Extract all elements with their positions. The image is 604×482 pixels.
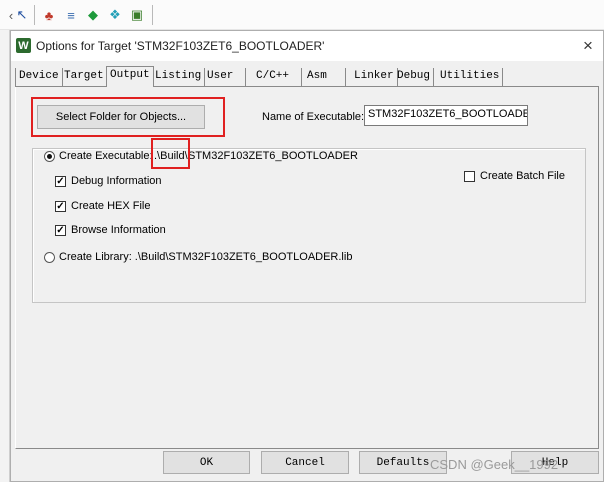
- create-batch-file-checkbox[interactable]: [464, 171, 475, 182]
- toolbar-separator: [152, 5, 153, 25]
- create-library-label: Create Library: .\Build\STM32F103ZET6_BO…: [59, 251, 353, 263]
- tab-user[interactable]: User: [204, 68, 247, 86]
- tab-debug[interactable]: Debug: [394, 68, 435, 86]
- radio-selected-dot: [47, 154, 52, 159]
- select-folder-button[interactable]: Select Folder for Objects...: [37, 105, 205, 129]
- toolbar-separator: [34, 5, 35, 25]
- name-of-executable-label: Name of Executable:: [262, 111, 365, 123]
- create-executable-radio[interactable]: [44, 151, 55, 162]
- create-hex-checkbox[interactable]: ✓: [55, 201, 66, 212]
- debug-information-checkbox[interactable]: ✓: [55, 176, 66, 187]
- cancel-button[interactable]: Cancel: [261, 451, 349, 474]
- chip-icon[interactable]: ▣: [128, 6, 146, 24]
- app-icon: W: [16, 38, 31, 53]
- csdn-watermark: CSDN @Geek__1992: [430, 457, 559, 472]
- ok-button[interactable]: OK: [163, 451, 250, 474]
- browse-information-label: Browse Information: [71, 224, 166, 236]
- name-of-executable-input[interactable]: STM32F103ZET6_BOOTLOADER: [364, 105, 528, 126]
- create-hex-label: Create HEX File: [71, 200, 151, 212]
- build-tree-icon[interactable]: ♣: [40, 6, 58, 24]
- diamond-icon[interactable]: ◆: [84, 6, 102, 24]
- create-executable-path-prefix: .\Build\: [154, 150, 188, 162]
- ide-left-gutter: [0, 30, 10, 482]
- dialog-titlebar: W Options for Target 'STM32F103ZET6_BOOT…: [11, 31, 603, 61]
- rhombus-icon[interactable]: ❖: [106, 6, 124, 24]
- create-library-radio[interactable]: [44, 252, 55, 263]
- tab-utilities[interactable]: Utilities: [437, 68, 504, 86]
- cursor-icon[interactable]: ↖: [13, 6, 31, 24]
- create-executable-path-name: STM32F103ZET6_BOOTLOADER: [188, 150, 358, 162]
- tab-listing[interactable]: Listing: [152, 68, 206, 86]
- tab-cc[interactable]: C/C++: [250, 68, 303, 86]
- create-batch-file-label: Create Batch File: [480, 170, 565, 182]
- tab-linker[interactable]: Linker: [348, 68, 398, 86]
- browse-information-checkbox[interactable]: ✓: [55, 225, 66, 236]
- tab-asm[interactable]: Asm: [301, 68, 346, 86]
- tab-output[interactable]: Output: [106, 66, 154, 87]
- tab-target[interactable]: Target: [61, 68, 108, 86]
- options-dialog: W Options for Target 'STM32F103ZET6_BOOT…: [10, 30, 604, 482]
- debug-information-label: Debug Information: [71, 175, 162, 187]
- dialog-title: Options for Target 'STM32F103ZET6_BOOTLO…: [36, 39, 325, 53]
- ide-toolbar: ‹ ↖ ♣ ≡ ◆ ❖ ▣: [0, 0, 604, 30]
- tab-device[interactable]: Device: [15, 68, 63, 86]
- close-icon[interactable]: ×: [577, 35, 599, 57]
- create-executable-label: Create Executable:: [59, 150, 153, 162]
- list-icon[interactable]: ≡: [62, 6, 80, 24]
